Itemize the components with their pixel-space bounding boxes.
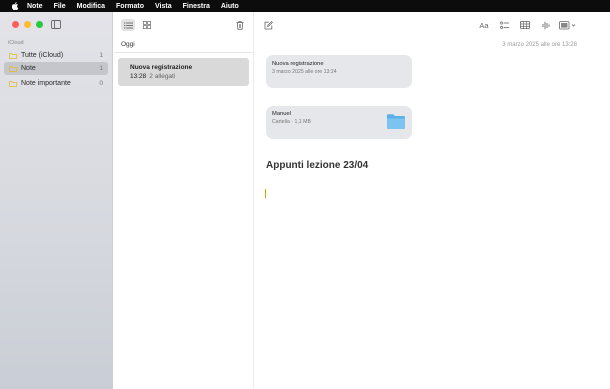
menu-app-name[interactable]: Note bbox=[27, 3, 43, 10]
attachment-card-recording[interactable]: Nuova registrazione 3 marzo 2025 alle or… bbox=[266, 55, 412, 88]
trash-icon bbox=[236, 20, 244, 30]
sidebar-item-label: Note bbox=[21, 65, 36, 72]
attachment-title: Manuel bbox=[272, 111, 292, 117]
sidebar-item-all-icloud[interactable]: Tutte (iCloud) 1 bbox=[4, 49, 108, 62]
sidebar-item-note[interactable]: Note 1 bbox=[4, 62, 108, 75]
note-title: Nuova registrazione bbox=[130, 64, 193, 71]
attachment-subtitle: Cartella · 1,1 MB bbox=[272, 119, 311, 125]
menu-edit[interactable]: Modifica bbox=[77, 3, 105, 10]
media-button[interactable] bbox=[558, 19, 578, 31]
attachment-card-folder[interactable]: Manuel Cartella · 1,1 MB bbox=[266, 106, 412, 139]
close-button[interactable] bbox=[12, 21, 19, 28]
checklist-button[interactable] bbox=[497, 19, 511, 31]
note-list-item[interactable]: Nuova registrazione 13:28 2 allegati bbox=[118, 58, 249, 86]
sidebar-toggle-icon[interactable] bbox=[51, 20, 61, 29]
menu-view[interactable]: Vista bbox=[155, 3, 172, 10]
gallery-view-button[interactable] bbox=[140, 19, 154, 31]
audio-button[interactable] bbox=[539, 19, 553, 31]
note-date: 3 marzo 2025 alle ore 13:28 bbox=[502, 42, 577, 48]
sidebar-item-count: 0 bbox=[99, 80, 103, 87]
checklist-icon bbox=[499, 21, 509, 29]
folder-icon bbox=[9, 80, 17, 87]
compose-icon bbox=[264, 20, 273, 29]
text-cursor bbox=[265, 189, 266, 198]
format-button[interactable]: Aa bbox=[476, 19, 492, 31]
notes-list-pane: Oggi Nuova registrazione 13:28 2 allegati bbox=[114, 12, 254, 389]
zoom-button[interactable] bbox=[36, 21, 43, 28]
sidebar-section-icloud: iCloud bbox=[8, 40, 24, 46]
notes-window: iCloud Tutte (iCloud) 1 Note 1 Note impo… bbox=[0, 12, 610, 389]
table-button[interactable] bbox=[518, 19, 532, 31]
folder-icon bbox=[9, 52, 17, 59]
list-group-header: Oggi bbox=[121, 41, 135, 48]
list-view-button[interactable] bbox=[121, 19, 135, 31]
note-attachments: 2 allegati bbox=[149, 73, 176, 80]
attachment-title: Nuova registrazione bbox=[272, 61, 324, 67]
sidebar-item-label: Tutte (iCloud) bbox=[21, 52, 64, 59]
delete-button[interactable] bbox=[233, 19, 247, 31]
note-heading: Appunti lezione 23/04 bbox=[266, 160, 369, 171]
apple-icon[interactable] bbox=[11, 2, 19, 10]
folder-icon bbox=[387, 114, 405, 129]
folder-icon bbox=[9, 65, 17, 72]
sidebar-item-label: Note importante bbox=[21, 80, 71, 87]
menu-file[interactable]: File bbox=[54, 3, 66, 10]
note-editor[interactable]: Aa 3 marzo 2025 alle ore 13:28 Nuova reg… bbox=[255, 12, 610, 389]
compose-button[interactable] bbox=[261, 19, 275, 31]
table-icon bbox=[520, 21, 530, 29]
attachment-subtitle: 3 marzo 2025 alle ore 13:24 bbox=[272, 69, 337, 75]
sidebar-item-count: 1 bbox=[99, 65, 103, 72]
menu-window[interactable]: Finestra bbox=[183, 3, 210, 10]
audio-icon bbox=[542, 21, 550, 29]
note-subtitle: 13:28 2 allegati bbox=[130, 73, 175, 80]
menu-bar: Note File Modifica Formato Vista Finestr… bbox=[0, 0, 610, 12]
sidebar-item-important-notes[interactable]: Note importante 0 bbox=[4, 77, 108, 90]
media-icon bbox=[559, 20, 576, 29]
menu-help[interactable]: Aiuto bbox=[221, 3, 239, 10]
minimize-button[interactable] bbox=[24, 21, 31, 28]
menu-format[interactable]: Formato bbox=[116, 3, 144, 10]
list-view-icon bbox=[123, 21, 133, 29]
format-icon: Aa bbox=[479, 20, 489, 30]
sidebar: iCloud Tutte (iCloud) 1 Note 1 Note impo… bbox=[0, 12, 113, 389]
divider bbox=[114, 52, 254, 53]
window-controls bbox=[12, 21, 43, 28]
gallery-view-icon bbox=[143, 21, 151, 29]
sidebar-item-count: 1 bbox=[99, 52, 103, 59]
note-time: 13:28 bbox=[130, 73, 147, 80]
